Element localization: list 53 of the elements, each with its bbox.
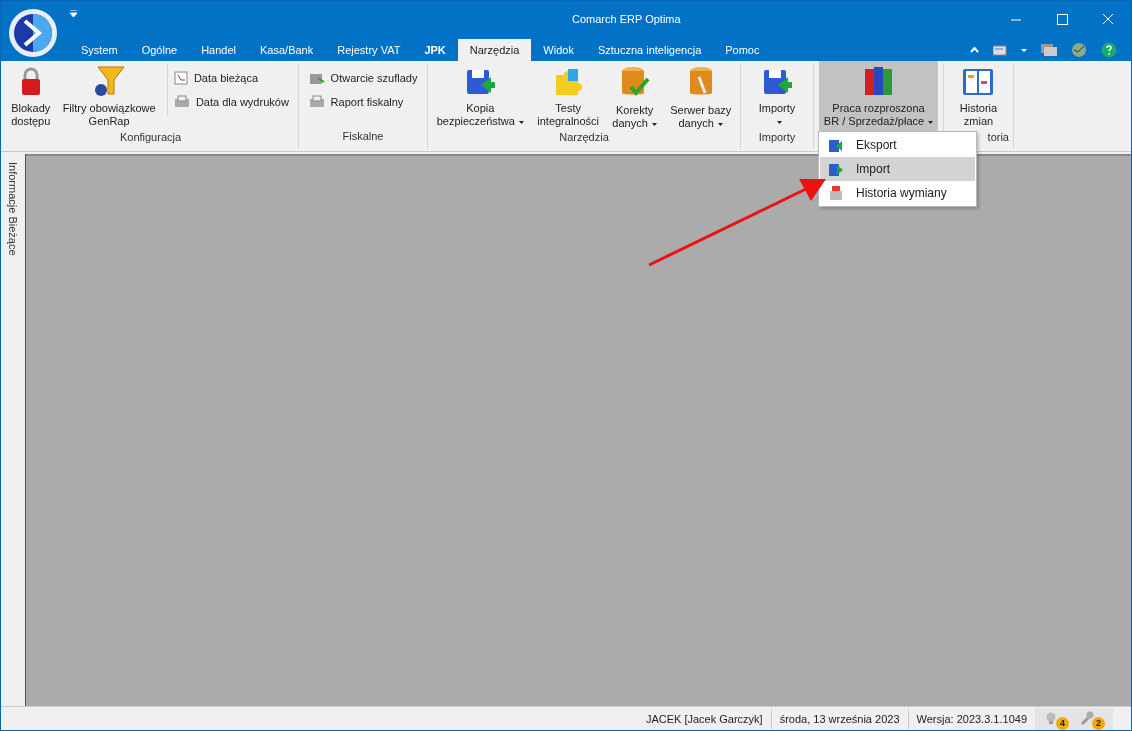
ribbon-tab[interactable]: Rejestry VAT (325, 39, 413, 61)
windows-icon[interactable] (1041, 44, 1057, 56)
ribbon-tab[interactable]: Kasa/Bank (248, 39, 326, 61)
printer-icon (173, 95, 190, 109)
cash-register-icon (308, 71, 325, 85)
app-logo[interactable] (8, 8, 58, 58)
ribbon-tab[interactable]: Narzędzia (457, 39, 532, 61)
ribbon-button[interactable]: Filtry obowiązkowe GenRap (57, 61, 161, 131)
ribbon-button[interactable]: Importy (753, 61, 801, 131)
menu-item[interactable]: Eksport (820, 133, 975, 157)
menu-item[interactable]: Historia wymiany (820, 181, 975, 205)
ribbon-button[interactable]: Kopia bezpieczeństwa (431, 61, 529, 131)
ribbon-button[interactable]: Blokady dostępu (6, 61, 56, 131)
group-label: Narzędzia (558, 131, 610, 145)
floppy-disk-icon (828, 137, 844, 153)
collapse-ribbon-icon[interactable] (970, 47, 979, 53)
padlock-icon (19, 67, 42, 97)
ribbon-button[interactable]: Serwer bazy danych (665, 61, 737, 131)
ribbon-button[interactable]: Historia zmian (954, 61, 1003, 131)
ribbon-tab[interactable]: Pomoc (713, 39, 772, 61)
group-label: Konfiguracja (118, 131, 183, 145)
ribbon-button[interactable]: Data dla wydruków (173, 95, 289, 109)
ribbon-button[interactable]: Otwarcie szuflady (308, 71, 418, 85)
floppy-disk-icon (828, 161, 844, 177)
menu-item[interactable]: Import (820, 157, 975, 181)
quick-access-caret-icon[interactable] (70, 10, 77, 17)
ribbon-tab[interactable]: Ogólne (129, 39, 190, 61)
ribbon-button[interactable]: Data bieżąca (173, 71, 289, 85)
card-icon[interactable] (993, 44, 1007, 56)
count-badge: 4 (1056, 716, 1069, 730)
status-date: środa, 13 września 2023 (770, 708, 908, 729)
ribbon-button[interactable]: Testy integralności (532, 61, 605, 131)
help-icon[interactable] (1101, 42, 1117, 58)
count-badge: 2 (1092, 716, 1105, 730)
register-icon (828, 185, 844, 201)
funnel-icon (92, 65, 127, 97)
ribbon-tab[interactable]: System (69, 39, 130, 61)
ribbon-tab[interactable]: Handel (189, 39, 249, 61)
ribbon-tab[interactable]: JPK (412, 39, 458, 61)
printer-icon (308, 95, 325, 109)
group-label: Importy (757, 131, 797, 145)
side-panel-tab[interactable]: Informacje Bieżące (7, 162, 19, 256)
open-book-icon (961, 67, 996, 97)
ribbon-button[interactable]: Raport fiskalny (308, 95, 418, 109)
ribbon-tab[interactable]: Sztuczna inteligencja (585, 39, 714, 61)
ribbon-button[interactable]: Korekty danych (607, 61, 662, 131)
group-label: Fiskalne (341, 130, 385, 144)
caret-icon[interactable] (1021, 48, 1027, 52)
group-label: toria (986, 131, 1010, 145)
ribbon-button[interactable]: Praca rozproszona BR / Sprzedaż/płace (818, 61, 939, 131)
status-user: JACEK [Jacek Garczyk] (644, 711, 764, 727)
window-title: Comarch ERP Optima (572, 13, 681, 25)
ribbon-tab[interactable]: Widok (531, 39, 586, 61)
